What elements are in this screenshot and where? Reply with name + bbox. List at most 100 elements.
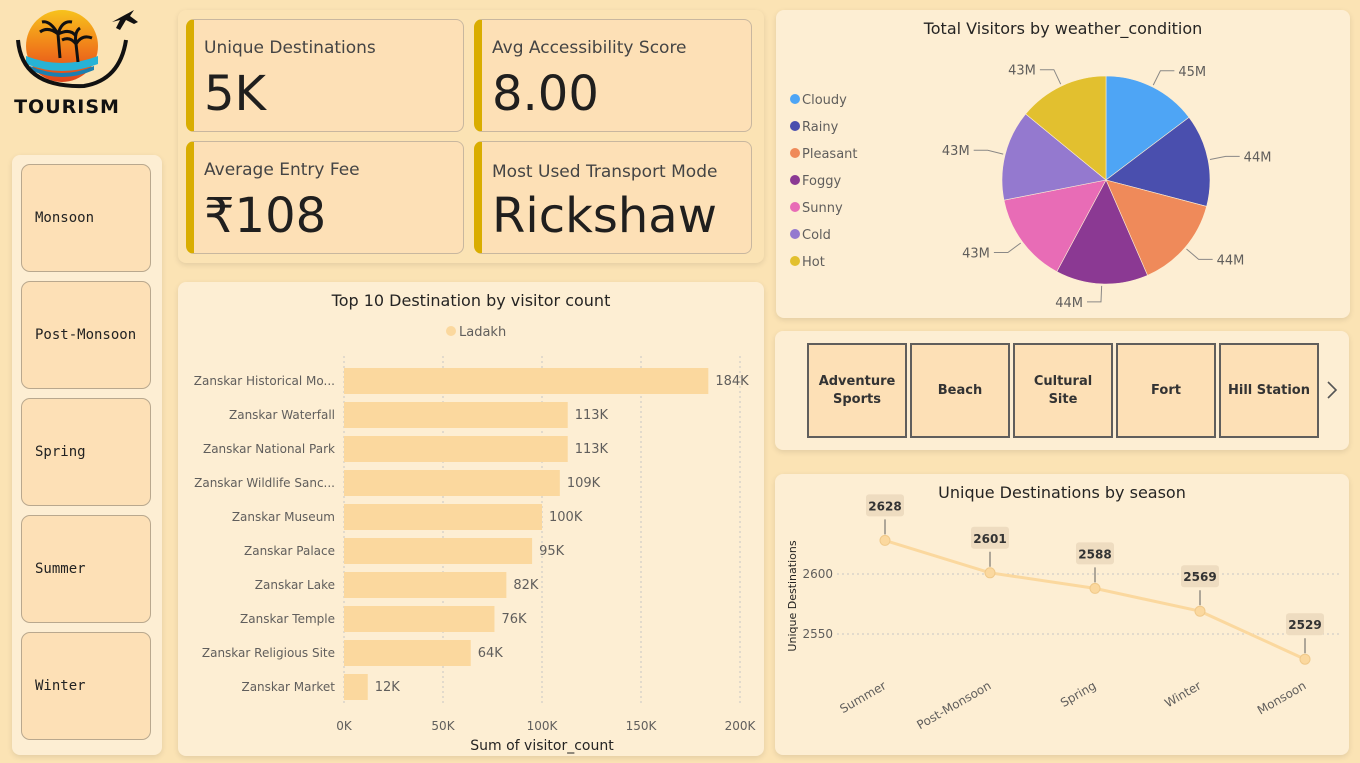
category-slicer: Adventure Sports Beach Cultural Site For… bbox=[775, 331, 1349, 450]
line-point[interactable] bbox=[1299, 653, 1311, 665]
line-chart: 2550 2600Unique Destinations 2628 Summer 260… bbox=[786, 494, 1339, 732]
line-data-label: 2601 bbox=[973, 532, 1006, 546]
line-data-label: 2588 bbox=[1078, 547, 1111, 561]
bar-data-label: 82K bbox=[513, 578, 539, 593]
pie-data-label: 44M bbox=[1217, 253, 1245, 268]
line-data-label: 2569 bbox=[1183, 570, 1216, 584]
bar[interactable] bbox=[344, 572, 507, 598]
category-button-cultural-site[interactable]: Cultural Site bbox=[1013, 343, 1113, 438]
season-button-winter[interactable]: Winter bbox=[21, 632, 151, 740]
legend-label[interactable]: Pleasant bbox=[802, 147, 858, 162]
y-category-label: Zanskar Temple bbox=[240, 612, 335, 626]
leader-line bbox=[1039, 69, 1062, 85]
bar[interactable] bbox=[344, 402, 568, 428]
kpi-value: Rickshaw bbox=[492, 188, 717, 244]
kpi-label: Most Used Transport Mode bbox=[492, 162, 718, 182]
y-category-label: Zanskar Palace bbox=[244, 544, 335, 558]
y-tick-label: 2600 bbox=[802, 567, 833, 581]
legend-marker bbox=[790, 94, 800, 104]
legend-label[interactable]: Sunny bbox=[802, 201, 843, 216]
bar[interactable] bbox=[344, 674, 368, 700]
bar[interactable] bbox=[344, 368, 709, 394]
legend-marker bbox=[446, 326, 456, 336]
legend-marker bbox=[790, 256, 800, 266]
x-category-label: Winter bbox=[1162, 678, 1203, 710]
bar-data-label: 100K bbox=[549, 510, 583, 525]
bar-data-label: 64K bbox=[478, 646, 504, 661]
x-axis-title: Sum of visitor_count bbox=[470, 738, 614, 754]
category-button-fort[interactable]: Fort bbox=[1116, 343, 1216, 438]
y-category-label: Zanskar Wildlife Sanc... bbox=[194, 476, 335, 490]
x-category-label: Post-Monsoon bbox=[914, 678, 993, 732]
line-point[interactable] bbox=[1194, 605, 1206, 617]
legend-label[interactable]: Rainy bbox=[802, 120, 839, 135]
pie-data-label: 45M bbox=[1178, 65, 1206, 80]
line-chart-panel: Unique Destinations by season 2550 2600 Un… bbox=[775, 474, 1349, 755]
x-category-label: Spring bbox=[1058, 678, 1099, 709]
y-category-label: Zanskar Religious Site bbox=[202, 646, 335, 660]
kpi-value: ₹108 bbox=[204, 188, 327, 244]
category-button-hill-station[interactable]: Hill Station bbox=[1219, 343, 1319, 438]
bar-data-label: 113K bbox=[575, 408, 609, 423]
x-tick-label: 100K bbox=[527, 719, 559, 733]
y-tick-label: 2550 bbox=[802, 627, 833, 641]
kpi-panel: Unique Destinations 5K Avg Accessibility… bbox=[178, 10, 764, 263]
chevron-right-icon[interactable] bbox=[1325, 379, 1339, 401]
y-category-label: Zanskar Museum bbox=[232, 510, 335, 524]
bar[interactable] bbox=[344, 538, 533, 564]
bar[interactable] bbox=[344, 606, 495, 632]
legend-label[interactable]: Cold bbox=[802, 228, 831, 243]
kpi-avg-accessibility: Avg Accessibility Score 8.00 bbox=[474, 19, 752, 132]
x-tick-label: 150K bbox=[626, 719, 658, 733]
legend-label[interactable]: Hot bbox=[802, 255, 825, 270]
y-axis-title: Unique Destinations bbox=[786, 540, 799, 651]
y-category-label: Zanskar Historical Mo... bbox=[194, 374, 335, 388]
category-button-adventure-sports[interactable]: Adventure Sports bbox=[807, 343, 907, 438]
kpi-unique-destinations: Unique Destinations 5K bbox=[186, 19, 464, 132]
bar-data-label: 12K bbox=[375, 680, 401, 695]
leader-line bbox=[993, 242, 1022, 254]
bar-data-label: 113K bbox=[575, 442, 609, 457]
line-point[interactable] bbox=[1089, 582, 1101, 594]
kpi-label: Average Entry Fee bbox=[204, 160, 360, 180]
bar-chart: Ladakh 0K 50K 100K 150K 200K Sum of visitor_co… bbox=[194, 325, 757, 754]
x-tick-label: 50K bbox=[431, 719, 455, 733]
kpi-transport-mode: Most Used Transport Mode Rickshaw bbox=[474, 141, 752, 254]
pie-data-label: 43M bbox=[1008, 64, 1036, 79]
leader-line bbox=[1152, 70, 1175, 86]
bar[interactable] bbox=[344, 470, 560, 496]
x-tick-label: 0K bbox=[336, 719, 353, 733]
season-slicer: Monsoon Post-Monsoon Spring Summer Winte… bbox=[12, 155, 162, 755]
legend-marker bbox=[790, 175, 800, 185]
season-button-summer[interactable]: Summer bbox=[21, 515, 151, 623]
kpi-label: Avg Accessibility Score bbox=[492, 38, 687, 58]
y-category-label: Zanskar Lake bbox=[255, 578, 335, 592]
bar-data-label: 109K bbox=[567, 476, 601, 491]
bar[interactable] bbox=[344, 504, 542, 530]
kpi-label: Unique Destinations bbox=[204, 38, 376, 58]
legend-marker bbox=[790, 121, 800, 131]
kpi-average-entry-fee: Average Entry Fee ₹108 bbox=[186, 141, 464, 254]
line-data-label: 2529 bbox=[1288, 618, 1321, 632]
bar[interactable] bbox=[344, 436, 568, 462]
season-button-monsoon[interactable]: Monsoon bbox=[21, 164, 151, 272]
bar-chart-panel: Top 10 Destination by visitor count Lada… bbox=[178, 282, 764, 756]
tourism-logo: TOURISM bbox=[0, 0, 140, 120]
line-data-label: 2628 bbox=[868, 499, 901, 513]
legend-label[interactable]: Foggy bbox=[802, 174, 841, 189]
legend-label[interactable]: Cloudy bbox=[802, 93, 847, 108]
logo-text: TOURISM bbox=[14, 96, 120, 118]
pie-data-label: 43M bbox=[942, 144, 970, 159]
season-button-post-monsoon[interactable]: Post-Monsoon bbox=[21, 281, 151, 389]
y-category-label: Zanskar Waterfall bbox=[229, 408, 335, 422]
legend-label: Ladakh bbox=[459, 325, 506, 340]
line-point[interactable] bbox=[879, 534, 891, 546]
leader-line bbox=[1186, 248, 1213, 260]
category-button-beach[interactable]: Beach bbox=[910, 343, 1010, 438]
kpi-value: 8.00 bbox=[492, 66, 599, 122]
bar[interactable] bbox=[344, 640, 471, 666]
bar-data-label: 184K bbox=[715, 374, 749, 389]
season-button-spring[interactable]: Spring bbox=[21, 398, 151, 506]
line-point[interactable] bbox=[984, 567, 996, 579]
pie-chart-panel: Total Visitors by weather_condition Clou… bbox=[776, 10, 1350, 318]
